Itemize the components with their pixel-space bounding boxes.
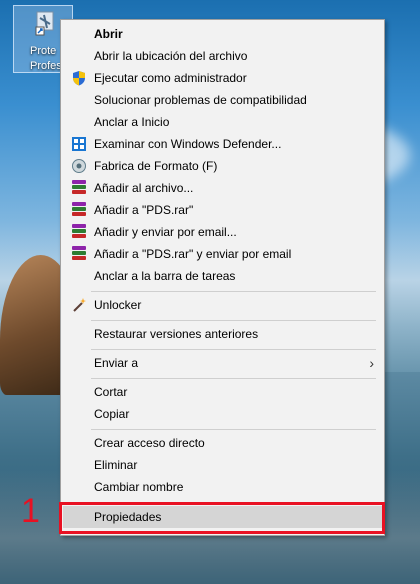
menu-item-send-to[interactable]: Enviar a › [63,352,382,374]
shortcut-app-icon [35,11,54,36]
menu-item-run-as-admin[interactable]: Ejecutar como administrador [63,67,382,89]
menu-separator [91,349,376,350]
format-factory-icon [72,159,86,173]
menu-separator [91,320,376,321]
menu-separator [91,429,376,430]
menu-item-add-to-archive[interactable]: Añadir al archivo... [63,177,382,199]
menu-item-troubleshoot-compatibility[interactable]: Solucionar problemas de compatibilidad [63,89,382,111]
context-menu: Abrir Abrir la ubicación del archivo Eje… [60,19,385,536]
menu-item-format-factory[interactable]: Fabrica de Formato (F) [63,155,382,177]
menu-item-restore-previous-versions[interactable]: Restaurar versiones anteriores [63,323,382,345]
highlight-box [59,502,385,534]
menu-item-pin-to-taskbar[interactable]: Anclar a la barra de tareas [63,265,382,287]
menu-item-cut[interactable]: Cortar [63,381,382,403]
menu-item-scan-defender[interactable]: Examinar con Windows Defender... [63,133,382,155]
menu-item-open[interactable]: Abrir [63,23,382,45]
menu-item-add-to-rar[interactable]: Añadir a "PDS.rar" [63,199,382,221]
windows-defender-icon [72,137,86,151]
menu-item-open-file-location[interactable]: Abrir la ubicación del archivo [63,45,382,67]
menu-item-unlocker[interactable]: Unlocker [63,294,382,316]
winrar-icon [72,180,86,196]
menu-separator [91,378,376,379]
menu-item-pin-to-start[interactable]: Anclar a Inicio [63,111,382,133]
menu-item-create-shortcut[interactable]: Crear acceso directo [63,432,382,454]
menu-item-delete[interactable]: Eliminar [63,454,382,476]
menu-item-copy[interactable]: Copiar [63,403,382,425]
winrar-icon [72,202,86,218]
step-number-marker: 1 [21,492,40,530]
winrar-icon [72,246,86,262]
winrar-icon [72,224,86,240]
chevron-right-icon: › [369,355,374,371]
menu-item-add-and-email[interactable]: Añadir y enviar por email... [63,221,382,243]
menu-item-add-to-rar-and-email[interactable]: Añadir a "PDS.rar" y enviar por email [63,243,382,265]
menu-item-rename[interactable]: Cambiar nombre [63,476,382,498]
uac-shield-icon [73,71,85,86]
menu-separator [91,291,376,292]
magic-wand-icon [73,298,86,312]
